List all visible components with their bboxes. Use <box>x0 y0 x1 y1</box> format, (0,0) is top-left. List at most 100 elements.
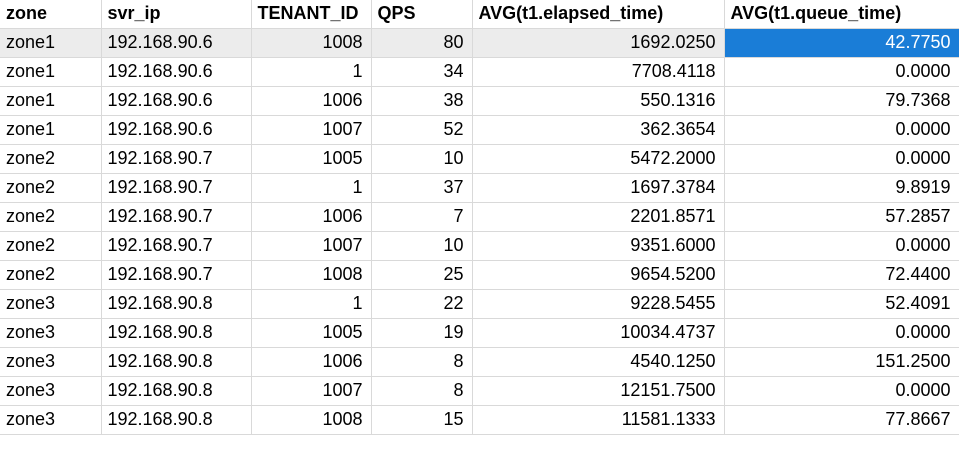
cell-qps[interactable]: 8 <box>371 376 473 406</box>
cell-qps[interactable]: 22 <box>371 289 473 319</box>
cell-zone[interactable]: zone2 <box>0 144 102 174</box>
table-row[interactable]: zone1 192.168.90.6 1007 52 362.3654 0.0000 <box>0 115 959 145</box>
table-row[interactable]: zone2 192.168.90.7 1008 25 9654.5200 72.4400 <box>0 260 959 290</box>
cell-tenant-id[interactable]: 1006 <box>251 86 372 116</box>
cell-qps[interactable]: 52 <box>371 115 473 145</box>
cell-svr-ip[interactable]: 192.168.90.8 <box>101 376 252 406</box>
cell-svr-ip[interactable]: 192.168.90.8 <box>101 347 252 377</box>
cell-avg-queue-time[interactable]: 52.4091 <box>724 289 959 319</box>
cell-zone[interactable]: zone1 <box>0 115 102 145</box>
cell-zone[interactable]: zone2 <box>0 173 102 203</box>
cell-avg-queue-time[interactable]: 0.0000 <box>724 376 959 406</box>
cell-zone[interactable]: zone3 <box>0 347 102 377</box>
table-row[interactable]: zone2 192.168.90.7 1007 10 9351.6000 0.0000 <box>0 231 959 261</box>
cell-avg-elapsed-time[interactable]: 10034.4737 <box>472 318 725 348</box>
cell-avg-elapsed-time[interactable]: 9351.6000 <box>472 231 725 261</box>
cell-tenant-id[interactable]: 1 <box>251 173 372 203</box>
table-row[interactable]: zone1 192.168.90.6 1006 38 550.1316 79.7368 <box>0 86 959 116</box>
cell-tenant-id[interactable]: 1005 <box>251 144 372 174</box>
cell-avg-queue-time[interactable]: 151.2500 <box>724 347 959 377</box>
cell-qps[interactable]: 7 <box>371 202 473 232</box>
column-header-zone[interactable]: zone <box>0 0 102 29</box>
cell-tenant-id[interactable]: 1007 <box>251 376 372 406</box>
cell-avg-queue-time[interactable]: 57.2857 <box>724 202 959 232</box>
cell-zone[interactable]: zone3 <box>0 405 102 435</box>
cell-avg-queue-time[interactable]: 9.8919 <box>724 173 959 203</box>
cell-svr-ip[interactable]: 192.168.90.6 <box>101 28 252 58</box>
cell-qps[interactable]: 15 <box>371 405 473 435</box>
table-row[interactable]: zone3 192.168.90.8 1 22 9228.5455 52.4091 <box>0 289 959 319</box>
cell-zone[interactable]: zone3 <box>0 318 102 348</box>
cell-zone[interactable]: zone1 <box>0 28 102 58</box>
cell-avg-queue-time[interactable]: 72.4400 <box>724 260 959 290</box>
table-row[interactable]: zone3 192.168.90.8 1008 15 11581.1333 77.8667 <box>0 405 959 435</box>
table-row[interactable]: zone1 192.168.90.6 1 34 7708.4118 0.0000 <box>0 57 959 87</box>
cell-avg-queue-time[interactable]: 77.8667 <box>724 405 959 435</box>
cell-zone[interactable]: zone1 <box>0 86 102 116</box>
cell-avg-elapsed-time[interactable]: 362.3654 <box>472 115 725 145</box>
cell-tenant-id[interactable]: 1008 <box>251 405 372 435</box>
table-row[interactable]: zone3 192.168.90.8 1005 19 10034.4737 0.0000 <box>0 318 959 348</box>
cell-tenant-id[interactable]: 1005 <box>251 318 372 348</box>
cell-avg-queue-time[interactable]: 0.0000 <box>724 231 959 261</box>
cell-svr-ip[interactable]: 192.168.90.6 <box>101 57 252 87</box>
cell-tenant-id[interactable]: 1 <box>251 289 372 319</box>
cell-avg-queue-time[interactable]: 0.0000 <box>724 115 959 145</box>
cell-avg-queue-time[interactable]: 79.7368 <box>724 86 959 116</box>
cell-tenant-id[interactable]: 1008 <box>251 260 372 290</box>
cell-svr-ip[interactable]: 192.168.90.7 <box>101 231 252 261</box>
cell-svr-ip[interactable]: 192.168.90.7 <box>101 173 252 203</box>
cell-svr-ip[interactable]: 192.168.90.8 <box>101 289 252 319</box>
cell-svr-ip[interactable]: 192.168.90.6 <box>101 86 252 116</box>
table-row[interactable]: zone1 192.168.90.6 1008 80 1692.0250 42.7750 <box>0 28 959 58</box>
table-row[interactable]: zone3 192.168.90.8 1007 8 12151.7500 0.0000 <box>0 376 959 406</box>
cell-zone[interactable]: zone3 <box>0 289 102 319</box>
cell-svr-ip[interactable]: 192.168.90.8 <box>101 405 252 435</box>
cell-avg-queue-time[interactable]: 0.0000 <box>724 318 959 348</box>
cell-tenant-id[interactable]: 1 <box>251 57 372 87</box>
cell-tenant-id[interactable]: 1006 <box>251 202 372 232</box>
selected-cell-avg-queue-time[interactable]: 42.7750 <box>724 28 959 58</box>
cell-qps[interactable]: 10 <box>371 144 473 174</box>
cell-avg-elapsed-time[interactable]: 9654.5200 <box>472 260 725 290</box>
cell-qps[interactable]: 38 <box>371 86 473 116</box>
cell-svr-ip[interactable]: 192.168.90.6 <box>101 115 252 145</box>
cell-avg-elapsed-time[interactable]: 1697.3784 <box>472 173 725 203</box>
cell-avg-elapsed-time[interactable]: 12151.7500 <box>472 376 725 406</box>
cell-avg-queue-time[interactable]: 0.0000 <box>724 144 959 174</box>
column-header-tenant-id[interactable]: TENANT_ID <box>251 0 372 29</box>
cell-zone[interactable]: zone2 <box>0 231 102 261</box>
cell-qps[interactable]: 80 <box>371 28 473 58</box>
cell-tenant-id[interactable]: 1007 <box>251 115 372 145</box>
cell-qps[interactable]: 25 <box>371 260 473 290</box>
column-header-avg-queue-time[interactable]: AVG(t1.queue_time) <box>724 0 959 29</box>
cell-svr-ip[interactable]: 192.168.90.8 <box>101 318 252 348</box>
cell-avg-elapsed-time[interactable]: 4540.1250 <box>472 347 725 377</box>
table-row[interactable]: zone2 192.168.90.7 1006 7 2201.8571 57.2857 <box>0 202 959 232</box>
cell-avg-elapsed-time[interactable]: 5472.2000 <box>472 144 725 174</box>
cell-avg-queue-time[interactable]: 0.0000 <box>724 57 959 87</box>
cell-qps[interactable]: 8 <box>371 347 473 377</box>
cell-qps[interactable]: 37 <box>371 173 473 203</box>
cell-tenant-id[interactable]: 1008 <box>251 28 372 58</box>
cell-zone[interactable]: zone3 <box>0 376 102 406</box>
cell-avg-elapsed-time[interactable]: 1692.0250 <box>472 28 725 58</box>
column-header-svr-ip[interactable]: svr_ip <box>101 0 252 29</box>
column-header-qps[interactable]: QPS <box>371 0 473 29</box>
cell-avg-elapsed-time[interactable]: 7708.4118 <box>472 57 725 87</box>
cell-tenant-id[interactable]: 1007 <box>251 231 372 261</box>
cell-avg-elapsed-time[interactable]: 550.1316 <box>472 86 725 116</box>
cell-zone[interactable]: zone1 <box>0 57 102 87</box>
cell-zone[interactable]: zone2 <box>0 202 102 232</box>
cell-avg-elapsed-time[interactable]: 9228.5455 <box>472 289 725 319</box>
cell-qps[interactable]: 34 <box>371 57 473 87</box>
cell-zone[interactable]: zone2 <box>0 260 102 290</box>
cell-qps[interactable]: 19 <box>371 318 473 348</box>
column-header-avg-elapsed-time[interactable]: AVG(t1.elapsed_time) <box>472 0 725 29</box>
cell-svr-ip[interactable]: 192.168.90.7 <box>101 144 252 174</box>
cell-avg-elapsed-time[interactable]: 2201.8571 <box>472 202 725 232</box>
table-row[interactable]: zone2 192.168.90.7 1005 10 5472.2000 0.0000 <box>0 144 959 174</box>
cell-svr-ip[interactable]: 192.168.90.7 <box>101 260 252 290</box>
cell-avg-elapsed-time[interactable]: 11581.1333 <box>472 405 725 435</box>
cell-tenant-id[interactable]: 1006 <box>251 347 372 377</box>
